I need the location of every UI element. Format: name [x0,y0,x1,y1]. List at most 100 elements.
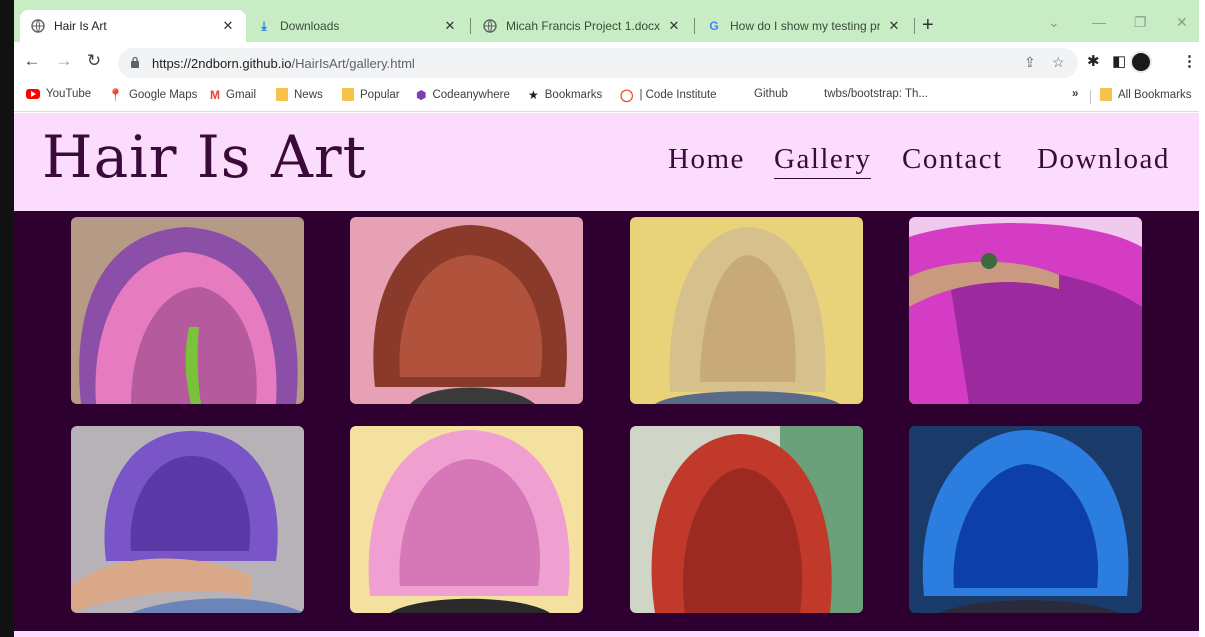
nav-gallery[interactable]: Gallery [774,143,872,179]
maps-pin-icon: 📍 [108,88,123,102]
bookmark-google-maps[interactable]: 📍 Google Maps [108,88,197,102]
tab-micah-francis-project[interactable]: Micah Francis Project 1.docx ✕ [472,10,692,42]
bookmark-label: Codeanywhere [432,89,510,101]
bookmark-label: Gmail [226,89,257,101]
star-icon: ★ [528,88,539,102]
reload-icon[interactable]: ↻ [84,51,104,71]
bookmark-github[interactable]: Github [754,88,788,100]
bookmark-label: Google Maps [128,89,198,101]
tab-separator [694,18,695,34]
bookmark-news[interactable]: News [276,88,323,101]
site-footer-strip [14,631,1199,637]
bookmark-youtube[interactable]: YouTube [26,88,91,100]
extensions-puzzle-icon[interactable]: ✱ [1087,52,1100,70]
tab-separator [914,18,915,34]
bookmark-label: YouTube [46,88,92,100]
bookmark-bookmarks[interactable]: ★ Bookmarks [528,88,602,102]
bookmark-label: | Code Institute [639,89,717,101]
tab-hair-is-art[interactable]: Hair Is Art ✕ [20,10,246,42]
magenta-long-hair-image [909,217,1142,404]
gallery-photo[interactable] [630,217,863,404]
close-icon[interactable]: ✕ [220,18,236,34]
browser-toolbar: ← → ↻ https://2ndborn.github.io/HairIsAr… [14,42,1199,82]
gallery-photo[interactable] [71,426,304,613]
bookmark-separator [1090,90,1091,104]
window-edge-right [1199,0,1205,637]
tab-title: Downloads [280,19,340,33]
bookmark-label: twbs/bootstrap: Th... [824,88,928,100]
site-logo[interactable]: Hair Is Art [42,123,367,191]
kebab-menu-icon[interactable]: ⋮ [1182,52,1197,70]
tab-title: How do I show my testing proce [730,19,880,33]
bubblegum-pink-waves-image [350,426,583,613]
share-icon[interactable]: ⇪ [1024,54,1036,71]
bookmark-label: All Bookmarks [1118,88,1192,101]
address-bar[interactable]: https://2ndborn.github.io/HairIsArt/gall… [118,48,1078,78]
bookmark-label: Popular [360,88,400,101]
gallery-photo[interactable] [350,426,583,613]
auburn-curly-bob-image [350,217,583,404]
bookmark-popular[interactable]: Popular [342,88,400,101]
nav-home[interactable]: Home [668,143,745,176]
window-edge [0,0,14,637]
tab-search-chevron-icon[interactable]: ⌄ [1048,14,1060,31]
close-icon[interactable]: ✕ [886,18,902,34]
tab-strip: Hair Is Art ✕ ⤓ Downloads ✕ Micah Franci… [14,0,1199,42]
profile-avatar[interactable] [1130,51,1152,73]
nav-contact[interactable]: Contact [902,143,1003,176]
side-panel-icon[interactable]: ◧ [1112,52,1126,70]
tab-title: Hair Is Art [54,19,107,33]
cube-icon: ⬢ [416,88,427,102]
new-tab-plus-icon[interactable]: + [922,14,934,37]
site-header: Hair Is Art Home Gallery Contact Downloa… [14,113,1199,211]
lock-icon [130,56,140,71]
gmail-icon: M [210,88,220,102]
bookmark-gmail[interactable]: M Gmail [210,88,256,102]
violet-bob-image [71,426,304,613]
all-bookmarks[interactable]: All Bookmarks [1100,88,1192,101]
pink-purple-bob-image [71,217,304,404]
bookmark-label: Bookmarks [544,89,603,101]
ring-icon: ◯ [620,88,634,102]
nav-download[interactable]: Download [1037,143,1170,176]
globe-icon [30,18,46,34]
gallery-photo[interactable] [909,217,1142,404]
close-icon[interactable]: ✕ [666,18,682,34]
red-wavy-hair-image [630,426,863,613]
back-arrow-icon[interactable]: ← [22,51,42,71]
forward-arrow-icon[interactable]: → [54,51,74,71]
gallery-grid [14,211,1199,631]
folder-icon [342,88,354,101]
tab-google-search[interactable]: G How do I show my testing proce ✕ [696,10,912,42]
bookmark-twbs-bootstrap[interactable]: twbs/bootstrap: Th... [824,88,928,100]
gallery-photo[interactable] [630,426,863,613]
google-icon: G [709,19,719,33]
blonde-straight-bob-image [630,217,863,404]
bookmark-label: Github [754,88,788,100]
gallery-photo[interactable] [350,217,583,404]
url-host: https://2ndborn.github.io [152,55,292,71]
bookmark-code-institute[interactable]: ◯ | Code Institute [620,88,717,102]
tab-separator [470,18,471,34]
url-text: https://2ndborn.github.io/HairIsArt/gall… [152,56,415,71]
youtube-icon [26,89,40,99]
restore-icon[interactable]: ❐ [1134,14,1147,31]
electric-blue-bob-image [909,426,1142,613]
bookmark-label: News [294,88,323,101]
folder-icon [276,88,288,101]
folder-icon [1100,88,1112,101]
window-close-icon[interactable]: ✕ [1176,14,1188,31]
bookmarks-bar: YouTube 📍 Google Maps M Gmail News Popul… [14,82,1199,112]
bookmarks-overflow-chevron-icon[interactable]: » [1072,88,1078,100]
globe-icon [482,18,498,34]
download-icon: ⤓ [261,18,267,33]
tab-title: Micah Francis Project 1.docx [506,19,660,33]
close-icon[interactable]: ✕ [442,18,458,34]
minimize-icon[interactable]: — [1092,14,1106,30]
gallery-photo[interactable] [909,426,1142,613]
gallery-photo[interactable] [71,217,304,404]
bookmark-star-icon[interactable]: ☆ [1052,54,1065,71]
url-path: /HairIsArt/gallery.html [291,55,415,71]
tab-downloads[interactable]: ⤓ Downloads ✕ [246,10,468,42]
bookmark-codeanywhere[interactable]: ⬢ Codeanywhere [416,88,510,102]
